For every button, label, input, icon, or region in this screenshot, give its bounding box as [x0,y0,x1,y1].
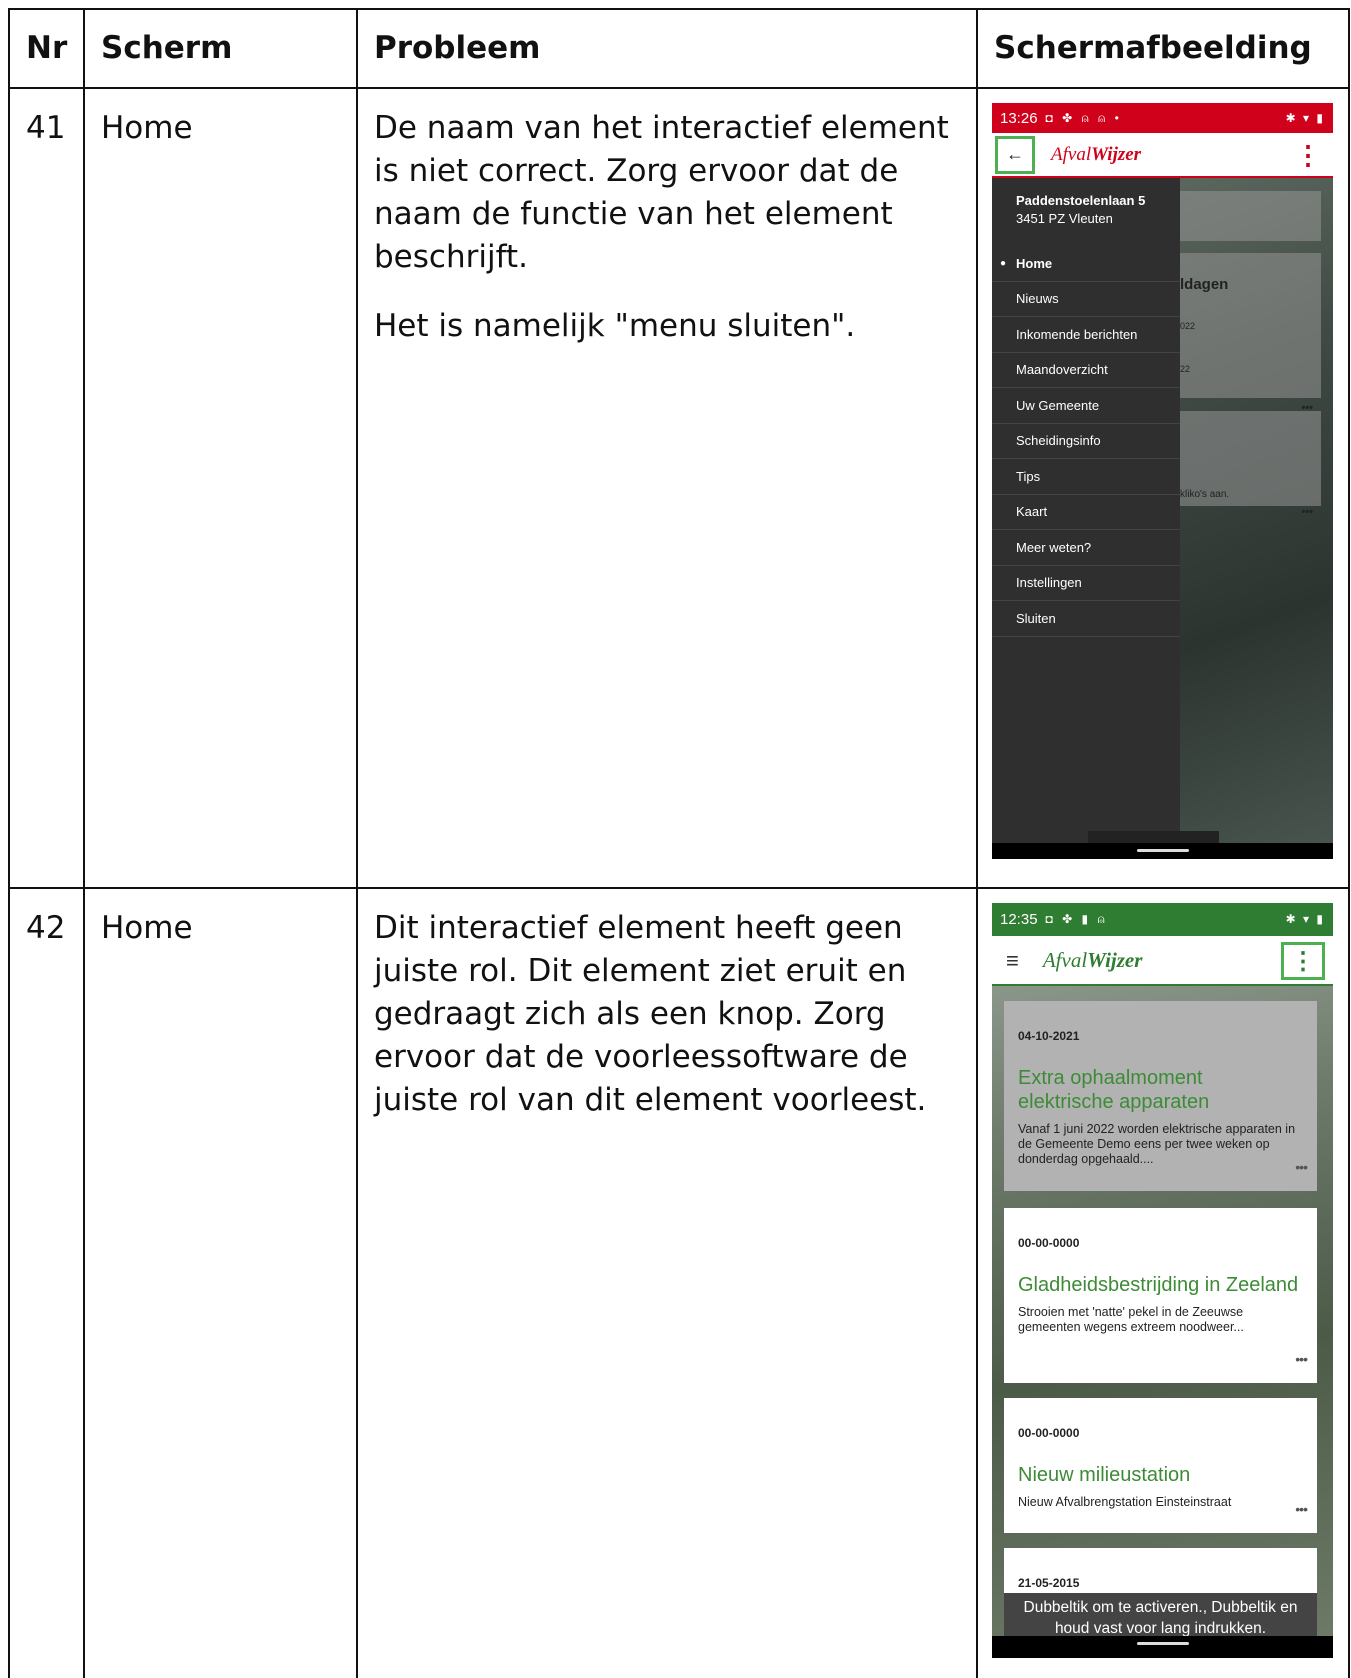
card-date: 04-10-2021 [1018,1029,1080,1043]
app-bar: ≡ AfvalWijzer ⋮ [992,936,1333,986]
background-card: kliko's aan. ••• [1180,411,1321,518]
row-screenshot: 13:26 ◘ ✤ ⍝ ⍝ • ✱ ▾ ▮ ← AfvalWijzer ⋮ ld… [976,87,1350,889]
card-description: Strooien met 'natte' pekel in de Zeeuwse… [1018,1305,1244,1334]
navigation-drawer: Paddenstoelenlaan 5 3451 PZ Vleuten Home… [992,178,1180,859]
menu-item-home[interactable]: Home [992,242,1180,284]
row-screenshot: 12:35 ◘ ✤ ▮ ⍝ ✱ ▾ ▮ ≡ AfvalWijzer ⋮ 04-1… [976,887,1350,1678]
background-card [1180,191,1321,241]
menu-item-sluiten[interactable]: Sluiten [992,601,1180,637]
menu-item-kaart[interactable]: Kaart [992,495,1180,530]
overflow-menu-icon[interactable]: ⋮ [1281,942,1325,980]
news-card[interactable]: 04-10-2021 Extra ophaalmoment elektrisch… [1004,1001,1317,1191]
row-scherm: Home [83,887,358,1678]
more-options-icon[interactable]: ••• [1295,1146,1308,1189]
menu-item-meer-weten[interactable]: Meer weten? [992,530,1180,566]
menu-item-maandoverzicht[interactable]: Maandoverzicht [992,353,1180,388]
status-bar: 13:26 ◘ ✤ ⍝ ⍝ • ✱ ▾ ▮ [992,103,1333,133]
header-schermafbeelding: Schermafbeelding [976,8,1350,89]
row-scherm: Home [83,87,358,889]
probleem-paragraph: De naam van het interactief element is n… [374,110,949,275]
card-date: 00-00-0000 [1018,1236,1080,1250]
menu-item-uw-gemeente[interactable]: Uw Gemeente [992,388,1180,424]
card-title: Gladheidsbestrijding in Zeeland [1018,1274,1299,1296]
header-row: Nr Scherm Probleem Schermafbeelding [8,8,1350,89]
probleem-paragraph: Het is namelijk "menu sluiten". [374,308,856,344]
background-card: ldagen 022 22 ••• [1180,253,1321,414]
app-bar: ← AfvalWijzer ⋮ [992,133,1333,178]
drawer-address: Paddenstoelenlaan 5 3451 PZ Vleuten [1016,193,1146,226]
menu-item-nieuws[interactable]: Nieuws [992,282,1180,317]
menu-item-instellingen[interactable]: Instellingen [992,566,1180,601]
menu-item-scheidingsinfo[interactable]: Scheidingsinfo [992,424,1180,459]
back-arrow-icon[interactable]: ← [995,135,1035,174]
header-scherm: Scherm [83,8,358,89]
news-card[interactable]: 00-00-0000 Nieuw milieustation Nieuw Afv… [1004,1398,1317,1533]
phone-screenshot: 12:35 ◘ ✤ ▮ ⍝ ✱ ▾ ▮ ≡ AfvalWijzer ⋮ 04-1… [992,903,1333,1658]
phone-screenshot: 13:26 ◘ ✤ ⍝ ⍝ • ✱ ▾ ▮ ← AfvalWijzer ⋮ ld… [992,103,1333,859]
overflow-menu-icon[interactable]: ⋮ [1295,141,1321,169]
probleem-paragraph: Dit interactief element heeft geen juist… [374,910,927,1118]
more-options-icon[interactable]: ••• [1295,1338,1308,1381]
card-title: Extra ophaalmoment elektrische apparaten [1018,1067,1210,1113]
card-date: 00-00-0000 [1018,1426,1080,1440]
header-probleem: Probleem [356,8,978,89]
menu-item-inkomende-berichten[interactable]: Inkomende berichten [992,317,1180,353]
card-description: Nieuw Afvalbrengstation Einsteinstraat [1018,1495,1232,1509]
header-nr: Nr [8,8,85,89]
report-table: Nr Scherm Probleem Schermafbeelding 41 H… [8,8,1350,1678]
table-row: 42 Home Dit interactief element heeft ge… [8,887,1350,1678]
status-bar: 12:35 ◘ ✤ ▮ ⍝ ✱ ▾ ▮ [992,903,1333,936]
app-logo: AfvalWijzer [1051,144,1142,165]
hamburger-menu-icon[interactable]: ≡ [1006,939,1019,982]
row-nr: 42 [8,887,85,1678]
system-nav-bar [992,843,1333,859]
card-description: Vanaf 1 juni 2022 worden elektrische app… [1018,1122,1296,1166]
system-nav-bar [992,1636,1333,1658]
app-logo: AfvalWijzer [1042,947,1143,972]
news-card[interactable]: 00-00-0000 Gladheidsbestrijding in Zeela… [1004,1208,1317,1383]
table-row: 41 Home De naam van het interactief elem… [8,87,1350,889]
menu-item-tips[interactable]: Tips [992,459,1180,495]
row-probleem: Dit interactief element heeft geen juist… [356,887,978,1678]
card-title: Nieuw milieustation [1018,1464,1191,1486]
row-probleem: De naam van het interactief element is n… [356,87,978,889]
row-nr: 41 [8,87,85,889]
more-options-icon[interactable]: ••• [1295,1488,1308,1531]
